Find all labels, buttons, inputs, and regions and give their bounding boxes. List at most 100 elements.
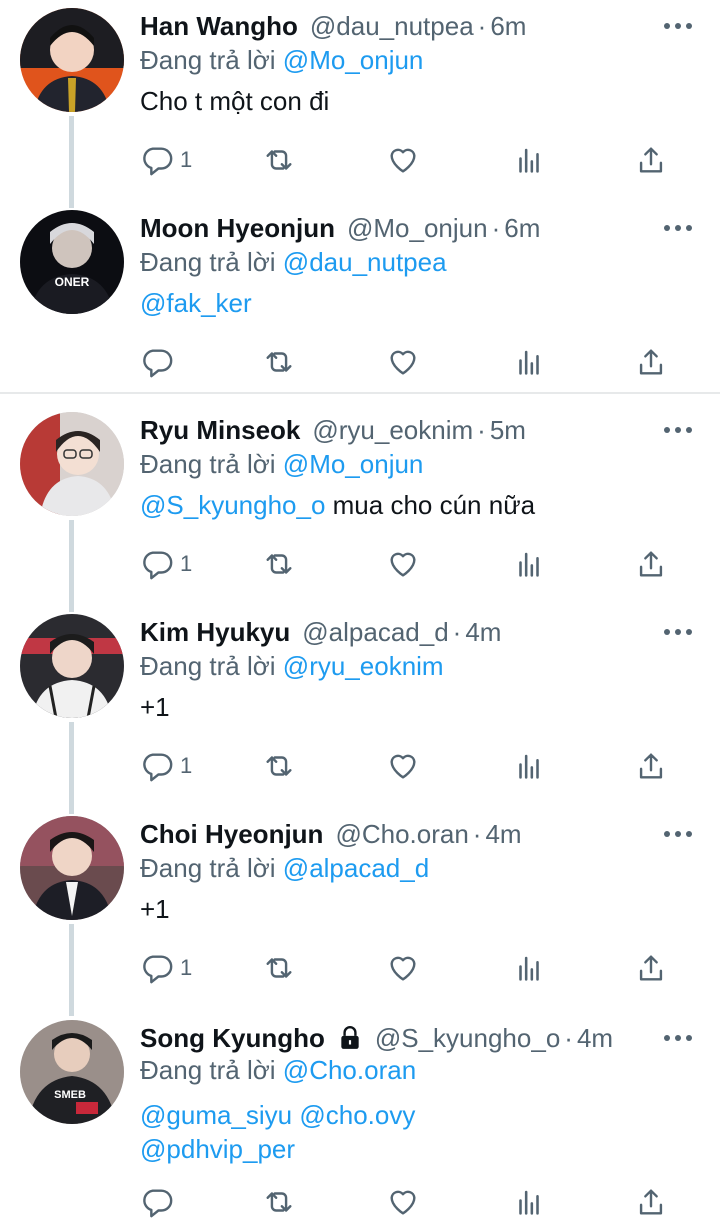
- action-bar: 1: [140, 746, 680, 786]
- reply-icon: [143, 551, 173, 580]
- timestamp[interactable]: 6m: [504, 213, 540, 243]
- replying-to: Đang trả lời @Cho.oran: [140, 1052, 416, 1088]
- body-mention-line[interactable]: @guma_siyu @cho.ovy: [140, 1098, 680, 1132]
- reply-count: 1: [180, 147, 193, 172]
- views-button[interactable]: [512, 342, 546, 382]
- display-name[interactable]: Moon Hyeonjun: [140, 213, 335, 243]
- avatar[interactable]: [20, 8, 124, 112]
- share-button[interactable]: [634, 948, 668, 988]
- tweet-body-text: Cho t một con đi: [140, 86, 330, 116]
- tweet[interactable]: Kim Hyukyu @alpacad_d · 4m Đang trả lời @ry…: [0, 606, 720, 806]
- share-button[interactable]: [634, 140, 668, 180]
- like-button[interactable]: [386, 746, 420, 786]
- reply-icon: [143, 753, 173, 782]
- share-button[interactable]: [634, 1182, 668, 1222]
- reply-to-mention[interactable]: @Mo_onjun: [283, 449, 424, 479]
- more-options-icon[interactable]: [664, 1024, 692, 1052]
- reply-icon: [143, 147, 173, 176]
- retweet-button[interactable]: [262, 948, 296, 988]
- avatar[interactable]: [20, 614, 124, 718]
- more-options-icon[interactable]: [664, 416, 692, 444]
- reply-to-mention[interactable]: @Mo_onjun: [283, 45, 424, 75]
- views-button[interactable]: [512, 544, 546, 584]
- like-button[interactable]: [386, 1182, 420, 1222]
- user-handle[interactable]: @Cho.oran: [335, 819, 468, 849]
- separator-dot: ·: [564, 1023, 573, 1053]
- more-options-icon[interactable]: [664, 214, 692, 242]
- avatar[interactable]: ONER: [20, 210, 124, 314]
- reply-to-mention[interactable]: @dau_nutpea: [283, 247, 447, 277]
- like-button[interactable]: [386, 342, 420, 382]
- retweet-button[interactable]: [262, 140, 296, 180]
- lock-icon: [341, 1026, 359, 1049]
- reply-button[interactable]: 1: [140, 746, 192, 786]
- divider: [0, 392, 720, 394]
- avatar[interactable]: SMEB: [20, 1020, 124, 1124]
- like-button[interactable]: [386, 140, 420, 180]
- display-name[interactable]: Song Kyungho: [140, 1023, 325, 1053]
- svg-text:ONER: ONER: [55, 275, 90, 289]
- timestamp[interactable]: 6m: [490, 11, 526, 41]
- reply-to-mention[interactable]: @alpacad_d: [283, 853, 429, 883]
- views-button[interactable]: [512, 948, 546, 988]
- display-name[interactable]: Kim Hyukyu: [140, 617, 290, 647]
- tweet[interactable]: Ryu Minseok @ryu_eoknim · 5m Đang trả lời @…: [0, 404, 720, 604]
- reply-to-mention[interactable]: @ryu_eoknim: [283, 651, 444, 681]
- share-button[interactable]: [634, 342, 668, 382]
- replying-to: Đang trả lời @alpacad_d: [140, 850, 429, 886]
- action-bar: 1: [140, 544, 680, 584]
- more-options-icon[interactable]: [664, 12, 692, 40]
- views-button[interactable]: [512, 746, 546, 786]
- heart-icon: [390, 148, 416, 173]
- reply-button[interactable]: [140, 1182, 180, 1222]
- tweet[interactable]: ONER Moon Hyeonjun @Mo_onjun · 6m Đang trả …: [0, 202, 720, 392]
- like-button[interactable]: [386, 948, 420, 988]
- replying-to: Đang trả lời @Mo_onjun: [140, 42, 423, 78]
- retweet-button[interactable]: [262, 342, 296, 382]
- user-handle[interactable]: @ryu_eoknim: [312, 415, 473, 445]
- user-handle[interactable]: @dau_nutpea: [310, 11, 474, 41]
- like-button[interactable]: [386, 544, 420, 584]
- views-button[interactable]: [512, 140, 546, 180]
- reply-button[interactable]: 1: [140, 948, 192, 988]
- timestamp[interactable]: 4m: [465, 617, 501, 647]
- heart-icon: [390, 350, 416, 375]
- avatar[interactable]: [20, 412, 124, 516]
- body-mention[interactable]: @S_kyungho_o: [140, 490, 325, 520]
- separator-dot: ·: [491, 213, 501, 243]
- share-icon: [639, 1189, 663, 1215]
- timestamp[interactable]: 5m: [490, 415, 526, 445]
- reply-button[interactable]: 1: [140, 544, 192, 584]
- more-options-icon[interactable]: [664, 820, 692, 848]
- avatar[interactable]: [20, 816, 124, 920]
- reply-icon: [143, 955, 173, 984]
- reply-button[interactable]: [140, 342, 180, 382]
- tweet[interactable]: SMEB Song Kyungho @S_kyungho_o · 4m Đang tr…: [0, 1012, 720, 1225]
- user-handle[interactable]: @S_kyungho_o: [375, 1023, 560, 1053]
- timestamp[interactable]: 4m: [485, 819, 521, 849]
- display-name[interactable]: Choi Hyeonjun: [140, 819, 323, 849]
- retweet-button[interactable]: [262, 544, 296, 584]
- user-handle[interactable]: @alpacad_d: [302, 617, 448, 647]
- body-mention-line[interactable]: @pdhvip_per: [140, 1132, 680, 1166]
- reply-button[interactable]: 1: [140, 140, 192, 180]
- timestamp[interactable]: 4m: [577, 1023, 613, 1053]
- body-mention[interactable]: @fak_ker: [140, 288, 252, 318]
- replying-to: Đang trả lời @dau_nutpea: [140, 244, 447, 280]
- share-button[interactable]: [634, 746, 668, 786]
- share-button[interactable]: [634, 544, 668, 584]
- views-button[interactable]: [512, 1182, 546, 1222]
- retweet-button[interactable]: [262, 746, 296, 786]
- action-bar: 1: [140, 140, 680, 180]
- tweet-body-text: +1: [140, 894, 170, 924]
- user-handle[interactable]: @Mo_onjun: [347, 213, 488, 243]
- retweet-button[interactable]: [262, 1182, 296, 1222]
- more-options-icon[interactable]: [664, 618, 692, 646]
- display-name[interactable]: Ryu Minseok: [140, 415, 300, 445]
- reply-to-mention[interactable]: @Cho.oran: [283, 1055, 416, 1085]
- tweet[interactable]: Choi Hyeonjun @Cho.oran · 4m Đang trả lời @…: [0, 808, 720, 1008]
- bar-chart-icon: [519, 754, 539, 779]
- bar-chart-icon: [519, 350, 539, 375]
- display-name[interactable]: Han Wangho: [140, 11, 298, 41]
- tweet[interactable]: Han Wangho @dau_nutpea · 6m Đang trả lời @M…: [0, 0, 720, 200]
